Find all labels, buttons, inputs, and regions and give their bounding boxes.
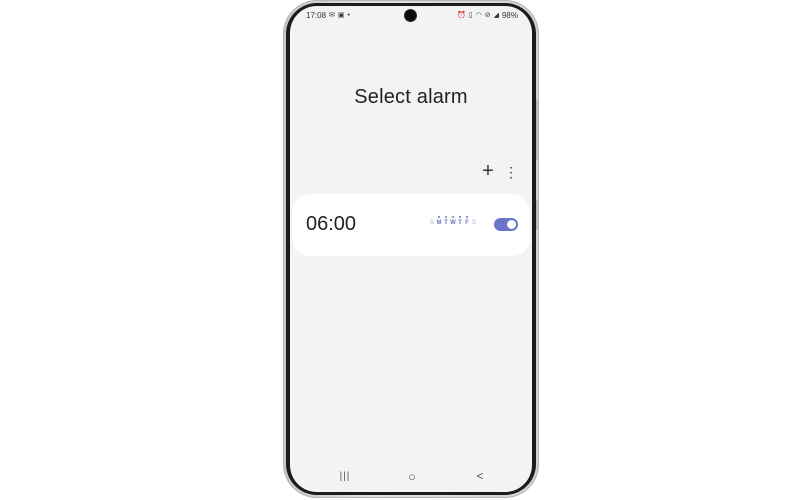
volume-button (536, 100, 539, 160)
active-day-dot (452, 216, 454, 218)
alarm-icon: ⏰ (457, 11, 466, 19)
active-day-dot (466, 216, 468, 218)
dnd-icon: ⊘ (484, 11, 491, 19)
page-title: Select alarm (354, 86, 468, 108)
power-button (536, 200, 539, 230)
status-bar: 17:08 ✉ ▣ • ⏰ ▯ ◠ ⊘ ◢ 98% (290, 6, 532, 26)
day-wednesday: W (450, 216, 456, 226)
status-time: 17:08 (306, 11, 327, 20)
battery-text: 98% (501, 11, 518, 20)
alarm-days: S M T W T F S (429, 216, 477, 226)
day-thursday: T (457, 216, 463, 226)
home-icon: ○ (408, 468, 416, 484)
active-day-dot (445, 216, 447, 218)
alarm-toggle[interactable] (494, 218, 518, 231)
day-tuesday: T (443, 216, 449, 226)
navigation-bar: ||| ○ < (290, 460, 532, 492)
recents-button[interactable]: ||| (335, 468, 355, 484)
day-saturday: S (471, 220, 476, 226)
mail-icon: ✉ (329, 11, 335, 19)
day-monday: M (436, 216, 442, 226)
day-sunday: S (429, 220, 434, 226)
vibrate-icon: ▯ (468, 11, 473, 19)
home-button[interactable]: ○ (402, 468, 422, 484)
recents-icon: ||| (339, 470, 351, 482)
day-friday: F (464, 216, 470, 226)
signal-icon: ◢ (493, 11, 499, 19)
alarm-time: 06:00 (306, 213, 357, 235)
alarm-item[interactable]: 06:00 S M T W T F S (292, 194, 530, 256)
more-options-button[interactable]: ⋮ (504, 163, 518, 181)
back-icon: < (476, 469, 484, 483)
gallery-icon: ▣ (337, 11, 345, 19)
dot-icon: • (347, 11, 350, 19)
active-day-dot (438, 216, 440, 218)
front-camera (405, 10, 416, 21)
wifi-icon: ◠ (475, 11, 482, 19)
phone-screen: 17:08 ✉ ▣ • ⏰ ▯ ◠ ⊘ ◢ 98% Select alarm +… (290, 6, 532, 492)
toggle-knob (507, 220, 516, 229)
back-button[interactable]: < (470, 468, 490, 484)
active-day-dot (459, 216, 461, 218)
add-alarm-button[interactable]: + (478, 161, 498, 181)
